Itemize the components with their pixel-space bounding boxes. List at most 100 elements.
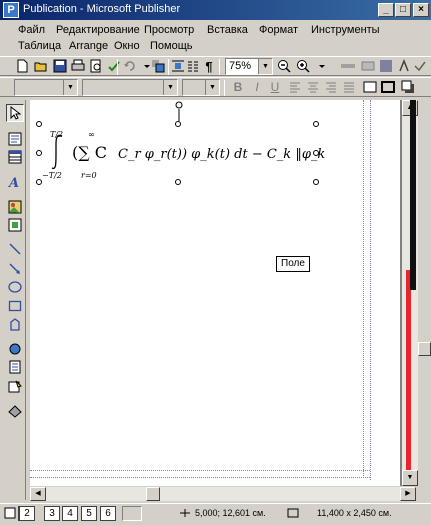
custom-shapes-tool-icon[interactable] bbox=[6, 316, 24, 334]
print-preview-icon[interactable] bbox=[88, 58, 104, 74]
font-size-select[interactable]: ▼ bbox=[182, 79, 220, 96]
picture-frame-tool-icon[interactable] bbox=[6, 198, 24, 216]
save-icon[interactable] bbox=[52, 58, 68, 74]
publisher-app-icon[interactable]: P bbox=[3, 2, 19, 18]
bring-to-front-icon[interactable] bbox=[150, 58, 166, 74]
page-tab-6[interactable]: 6 bbox=[100, 506, 116, 521]
menu-help[interactable]: Помощь bbox=[150, 40, 193, 52]
clip-gallery-tool-icon[interactable] bbox=[6, 216, 24, 234]
equation-object[interactable]: T/2 −T/2 (∑ C ∞ r=0 C_r φ_r(t)) φ_k(t) d… bbox=[36, 128, 337, 180]
rotate-handle[interactable] bbox=[175, 101, 183, 126]
open-icon[interactable] bbox=[33, 58, 49, 74]
hotspot-tool-icon[interactable] bbox=[6, 358, 24, 376]
horizontal-scroll-thumb[interactable] bbox=[146, 487, 160, 501]
close-button[interactable]: × bbox=[413, 3, 429, 17]
scroll-left-icon[interactable]: ◀ bbox=[30, 487, 46, 501]
line-color-icon[interactable] bbox=[380, 79, 396, 95]
undo-icon[interactable] bbox=[122, 58, 138, 74]
chevron-down-icon[interactable]: ▼ bbox=[63, 80, 77, 95]
shadow-icon[interactable] bbox=[400, 79, 416, 95]
underline-icon[interactable]: U bbox=[267, 79, 283, 95]
pilcrow-icon[interactable]: ¶ bbox=[201, 58, 217, 74]
text-color-icon[interactable] bbox=[396, 58, 412, 74]
scroll-down-icon[interactable]: ▼ bbox=[402, 470, 418, 486]
scroll-right-icon[interactable]: ▶ bbox=[400, 487, 416, 501]
columns-icon[interactable] bbox=[185, 58, 201, 74]
menu-insert[interactable]: Вставка bbox=[207, 24, 248, 36]
vertical-scroll-thumb[interactable] bbox=[418, 342, 431, 356]
menu-view[interactable]: Просмотр bbox=[144, 24, 194, 36]
zoom-select[interactable]: 75% ▼ bbox=[225, 58, 273, 75]
chevron-down-icon[interactable]: ▼ bbox=[205, 80, 219, 95]
oval-tool-icon[interactable] bbox=[6, 278, 24, 296]
menu-tools[interactable]: Инструменты bbox=[311, 24, 380, 36]
position-icon bbox=[179, 508, 191, 521]
toolbar-dropdown-icon[interactable] bbox=[314, 58, 330, 74]
tooltip: Поле bbox=[276, 256, 310, 272]
maximize-button[interactable]: □ bbox=[395, 3, 411, 17]
page-tab-3[interactable]: 3 bbox=[44, 506, 60, 521]
toolbar-overflow-icon[interactable] bbox=[412, 58, 428, 74]
wordart-tool-icon[interactable]: A bbox=[6, 173, 24, 191]
html-code-tool-icon[interactable] bbox=[6, 378, 24, 396]
bold-icon[interactable]: B bbox=[230, 79, 246, 95]
table-frame-tool-icon[interactable] bbox=[6, 148, 24, 166]
margin-guide-right bbox=[363, 100, 364, 478]
menu-table[interactable]: Таблица bbox=[18, 40, 61, 52]
style-select[interactable]: ▼ bbox=[14, 79, 78, 96]
horizontal-scrollbar[interactable] bbox=[30, 487, 416, 501]
chevron-down-icon[interactable]: ▼ bbox=[258, 59, 272, 74]
zoom-in-icon[interactable] bbox=[295, 58, 311, 74]
window-title: Publication - Microsoft Publisher bbox=[23, 3, 181, 15]
text-frame-tool-icon[interactable] bbox=[6, 130, 24, 148]
menu-arrange[interactable]: Arrange bbox=[69, 40, 108, 52]
menu-file[interactable]: Файл bbox=[18, 24, 45, 36]
integral-sign bbox=[51, 134, 63, 170]
svg-text:A: A bbox=[8, 176, 19, 189]
sum-expression: (∑ C bbox=[72, 143, 107, 162]
connect-frames-icon[interactable] bbox=[340, 58, 356, 74]
formula-expression: C_r φ_r(t)) φ_k(t) dt − C_k ‖φ_k‖² bbox=[118, 147, 326, 162]
margin-guide-bottom bbox=[30, 470, 370, 471]
arrow-tool-icon[interactable] bbox=[6, 260, 24, 278]
cursor-position: 5,000; 12,601 см. bbox=[195, 508, 266, 518]
page-tab-5[interactable]: 5 bbox=[81, 506, 97, 521]
design-gallery-tool-icon[interactable] bbox=[6, 402, 24, 420]
menu-format[interactable]: Формат bbox=[259, 24, 298, 36]
page-tab-2[interactable]: 2 bbox=[19, 506, 35, 521]
margin-guide-right-outer bbox=[370, 100, 371, 480]
object-size: 11,400 x 2,450 см. bbox=[317, 508, 392, 518]
text-wrap-icon[interactable] bbox=[170, 58, 186, 74]
spellcheck-icon[interactable] bbox=[106, 58, 122, 74]
justify-icon[interactable] bbox=[341, 79, 357, 95]
disconnect-frames-icon[interactable] bbox=[360, 58, 376, 74]
new-icon[interactable] bbox=[14, 58, 30, 74]
align-right-icon[interactable] bbox=[323, 79, 339, 95]
menu-edit[interactable]: Редактирование bbox=[56, 24, 140, 36]
rectangle-tool-icon[interactable] bbox=[6, 297, 24, 315]
selection-handle[interactable] bbox=[313, 121, 319, 127]
page-tab-4[interactable]: 4 bbox=[62, 506, 78, 521]
chevron-down-icon[interactable]: ▼ bbox=[163, 80, 177, 95]
print-icon[interactable] bbox=[70, 58, 86, 74]
menu-window[interactable]: Окно bbox=[114, 40, 140, 52]
align-left-icon[interactable] bbox=[287, 79, 303, 95]
status-panel bbox=[122, 506, 142, 521]
align-center-icon[interactable] bbox=[305, 79, 321, 95]
equation-svg: T/2 −T/2 (∑ C ∞ r=0 C_r φ_r(t)) φ_k(t) d… bbox=[42, 130, 337, 180]
form-control-tool-icon[interactable] bbox=[6, 340, 24, 358]
scroll-track-highlight bbox=[406, 270, 411, 484]
integral-lower-limit: −T/2 bbox=[42, 171, 62, 180]
zoom-out-icon[interactable] bbox=[276, 58, 292, 74]
page-nav-icon[interactable] bbox=[4, 507, 16, 522]
line-tool-icon[interactable] bbox=[6, 240, 24, 258]
selection-handle[interactable] bbox=[36, 121, 42, 127]
zoom-value: 75% bbox=[229, 60, 252, 72]
font-select[interactable]: ▼ bbox=[82, 79, 178, 96]
italic-icon[interactable]: I bbox=[249, 79, 265, 95]
size-icon bbox=[287, 508, 299, 521]
pointer-tool-icon[interactable] bbox=[6, 104, 24, 122]
fill-color-icon[interactable] bbox=[362, 79, 378, 95]
format-painter-icon[interactable] bbox=[378, 58, 394, 74]
minimize-button[interactable]: _ bbox=[378, 3, 394, 17]
